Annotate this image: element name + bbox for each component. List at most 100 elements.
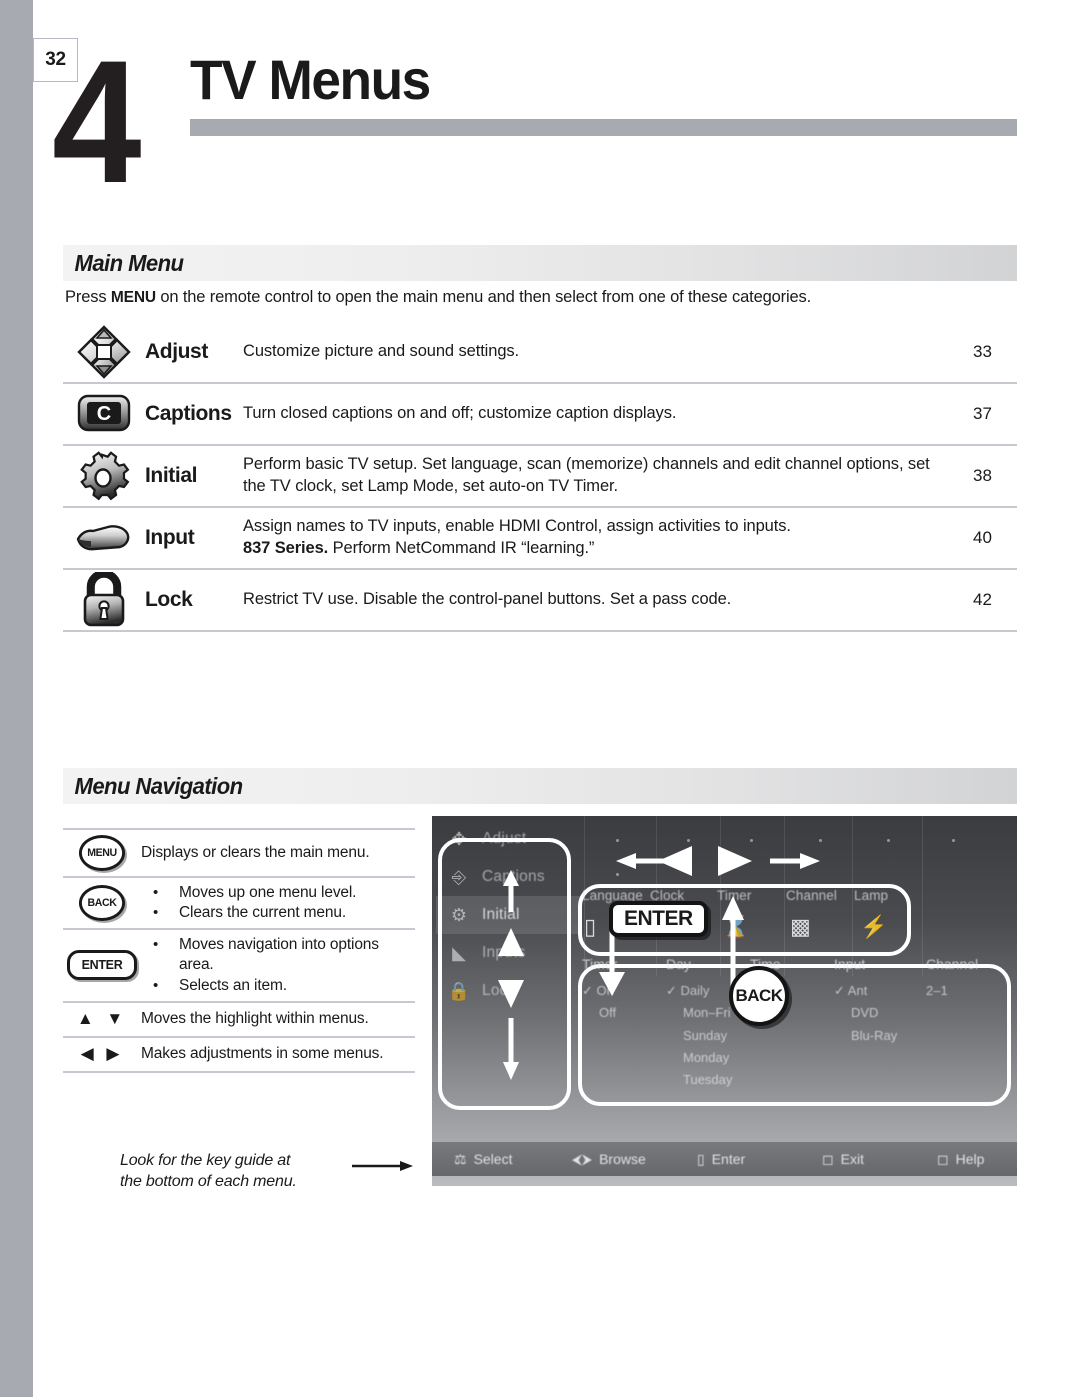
list-item[interactable]: BACK Moves up one menu level. Clears the… — [63, 878, 415, 931]
language-icon: ▯ — [584, 914, 597, 939]
key-guide-label: Select — [473, 1151, 513, 1167]
help-icon: ◻ — [937, 1150, 949, 1167]
key-guide-exit[interactable]: ◻ Exit — [822, 1151, 864, 1168]
main-menu-table: Adjust Customize picture and sound setti… — [63, 322, 1017, 632]
page-spine — [0, 0, 33, 1397]
plug-icon — [63, 508, 145, 568]
menu-key-button[interactable]: MENU — [63, 830, 141, 876]
key-guide-help[interactable]: ◻ Help — [937, 1151, 984, 1168]
nav-bullet: Moves navigation into options area. — [141, 935, 411, 975]
table-row[interactable]: Lock Restrict TV use. Disable the contro… — [63, 570, 1017, 632]
tv-grid-line — [922, 816, 923, 976]
exit-icon: ◻ — [822, 1150, 834, 1167]
menu-item-label: Adjust — [145, 340, 208, 363]
tv-key-guide-bar: ⚖ Select ⮜⮞ Browse ▯ Enter ◻ Exit ◻ Help — [432, 1142, 1017, 1176]
lock-icon: 🔒 — [447, 980, 471, 1001]
nav-bullet-list: Moves up one menu level. Clears the curr… — [141, 883, 411, 923]
section-title-menu-navigation: Menu Navigation — [74, 772, 244, 799]
tv-options-table: Timer On Off Day Daily Mon–Fri Sunday Mo… — [582, 956, 1002, 1087]
plug-icon: ◣ — [452, 942, 466, 963]
dpad-icon — [63, 322, 145, 382]
tab-channel[interactable]: Channel — [786, 888, 837, 903]
menu-item-description: Assign names to TV inputs, enable HDMI C… — [243, 516, 951, 560]
cell-value[interactable]: Mon–Fri — [666, 1002, 732, 1024]
menu-item-description: Turn closed captions on and off; customi… — [243, 404, 677, 423]
enter-button-icon[interactable]: ENTER — [67, 950, 137, 981]
cell-value[interactable]: Off — [582, 1002, 617, 1024]
menu-item-label: Initial — [145, 464, 198, 487]
sidebar-updown-arrows-icon — [498, 870, 524, 1080]
chapter-number: 4 — [52, 25, 142, 220]
enter-icon: ▯ — [697, 1150, 705, 1167]
sidebar-item-label: Adjust — [482, 830, 527, 847]
list-item[interactable]: ◀ ▶ Makes adjustments in some menus. — [63, 1038, 415, 1073]
column-header: Input — [834, 956, 866, 972]
table-row[interactable]: Input Assign names to TV inputs, enable … — [63, 508, 1017, 570]
menu-item-page: 37 — [973, 404, 992, 423]
series-note-strong: 837 Series. — [243, 539, 329, 557]
menu-item-label: Input — [145, 526, 195, 549]
menu-navigation-table: MENU Displays or clears the main menu. B… — [63, 828, 415, 1073]
key-guide-select[interactable]: ⚖ Select — [454, 1151, 512, 1168]
caption-arrow-icon — [352, 1161, 413, 1171]
section-header-menu-navigation: Menu Navigation — [63, 768, 1017, 804]
back-button-icon[interactable]: BACK — [78, 885, 126, 922]
nav-description: Moves up one menu level. Clears the curr… — [141, 878, 415, 928]
cell-value[interactable]: DVD — [834, 1002, 897, 1024]
leftright-arrows-key[interactable]: ◀ ▶ — [63, 1038, 141, 1071]
nav-description: Moves navigation into options area. Sele… — [141, 930, 415, 1000]
intro-text-after: on the remote control to open the main m… — [155, 288, 812, 306]
cell-value[interactable]: Blu-Ray — [834, 1025, 897, 1047]
key-guide-enter[interactable]: ▯ Enter — [697, 1151, 745, 1168]
list-item[interactable]: MENU Displays or clears the main menu. — [63, 830, 415, 878]
back-key-button[interactable]: BACK — [63, 878, 141, 928]
tv-dot — [750, 839, 753, 842]
closed-caption-icon: C — [63, 384, 145, 444]
sidebar-item-adjust[interactable]: ✥ Adjust — [436, 820, 582, 858]
series-note-text: Perform NetCommand IR “learning.” — [328, 539, 595, 557]
list-item[interactable]: ▲ ▼ Moves the highlight within menus. — [63, 1003, 415, 1038]
updown-icon: ⚖ — [454, 1150, 467, 1167]
tab-lamp[interactable]: Lamp — [854, 888, 888, 903]
cell-value[interactable]: 2–1 — [926, 980, 978, 1002]
table-row[interactable]: Adjust Customize picture and sound setti… — [63, 322, 1017, 384]
intro-menu-keyword: MENU — [110, 289, 156, 306]
cell-value[interactable]: Sunday — [666, 1025, 732, 1047]
left-right-arrow-icon[interactable]: ◀ ▶ — [81, 1044, 124, 1064]
menu-item-description: Restrict TV use. Disable the control-pan… — [243, 590, 732, 609]
title-rule — [190, 119, 1017, 136]
table-row[interactable]: Initial Perform basic TV setup. Set lang… — [63, 446, 1017, 508]
nav-description: Makes adjustments in some menus. — [141, 1045, 384, 1063]
menu-item-description: Customize picture and sound settings. — [243, 342, 520, 361]
overlay-enter-badge[interactable]: ENTER — [609, 901, 708, 937]
updown-arrows-key[interactable]: ▲ ▼ — [63, 1003, 141, 1036]
key-guide-browse[interactable]: ⮜⮞ Browse — [572, 1151, 646, 1168]
gear-icon: ⚙ — [450, 904, 468, 925]
up-down-arrow-icon[interactable]: ▲ ▼ — [77, 1009, 127, 1029]
lock-icon — [63, 570, 145, 630]
section-header-main-menu: Main Menu — [63, 245, 1017, 281]
nav-description: Moves the highlight within menus. — [141, 1010, 369, 1028]
overlay-back-badge[interactable]: BACK — [729, 966, 789, 1026]
enter-key-button[interactable]: ENTER — [63, 930, 141, 1000]
key-guide-label: Enter — [711, 1151, 746, 1167]
menu-item-description: Perform basic TV setup. Set language, sc… — [243, 455, 930, 495]
key-guide-label: Browse — [599, 1151, 646, 1167]
tv-dot — [887, 839, 890, 842]
cell-value[interactable]: Ant — [834, 980, 897, 1002]
page-title: TV Menus — [190, 48, 431, 111]
options-column-channel: Channel 2–1 — [926, 956, 978, 1002]
bolt-icon: ⚡ — [860, 914, 888, 939]
nav-bullet-list: Moves navigation into options area. Sele… — [141, 935, 411, 995]
menu-item-label: Captions — [145, 402, 232, 425]
cell-value[interactable]: Monday — [666, 1047, 732, 1069]
nav-description: Displays or clears the main menu. — [141, 844, 370, 862]
menu-button-icon[interactable]: MENU — [78, 835, 126, 871]
svg-text:C: C — [97, 403, 111, 425]
list-item[interactable]: ENTER Moves navigation into options area… — [63, 930, 415, 1003]
leftright-icon: ⮜⮞ — [572, 1150, 593, 1167]
cell-value[interactable]: Tuesday — [666, 1069, 732, 1091]
table-row[interactable]: C Captions Turn closed captions on and o… — [63, 384, 1017, 446]
options-column-input: Input Ant DVD Blu-Ray — [834, 956, 897, 1047]
closed-caption-icon: ⎆ — [451, 866, 467, 887]
